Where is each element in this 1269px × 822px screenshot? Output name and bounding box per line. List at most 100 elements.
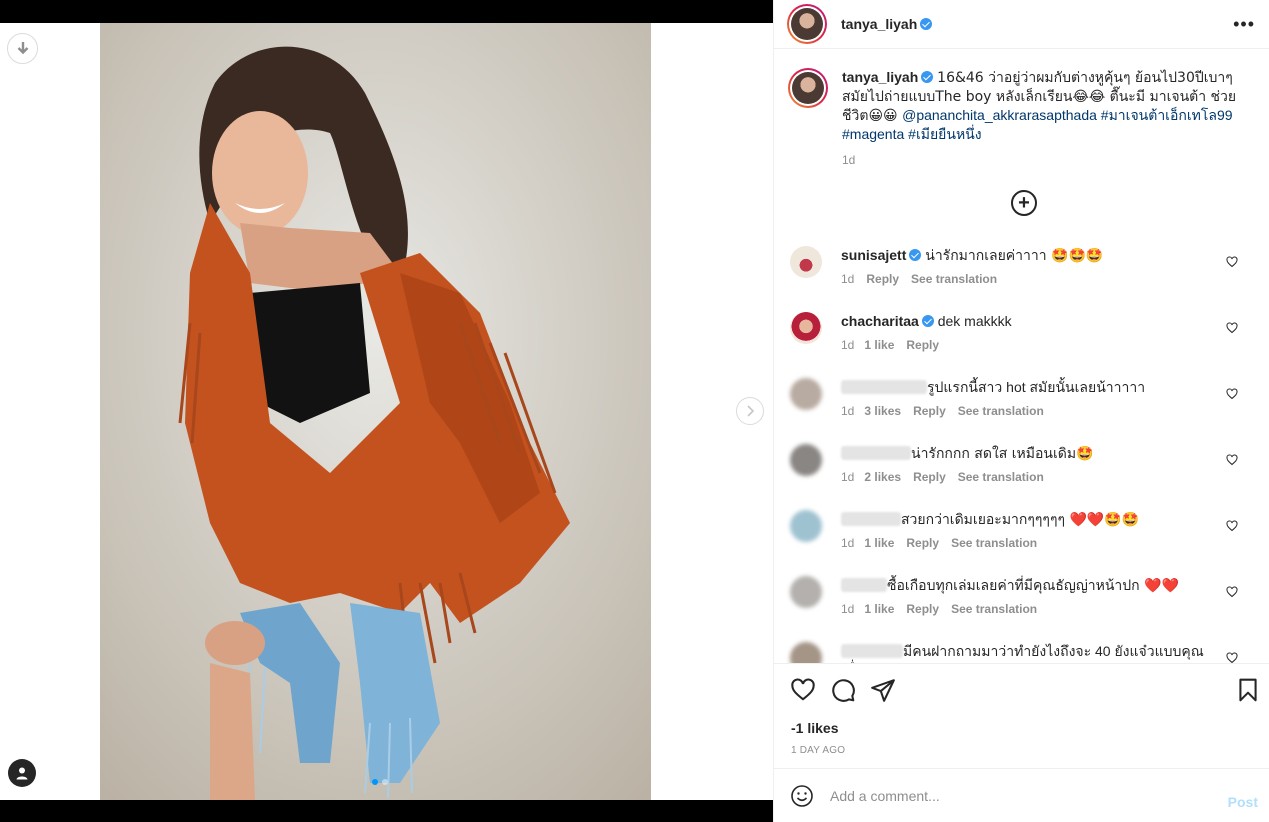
- caption-username[interactable]: tanya_liyah: [842, 69, 918, 85]
- see-translation-button[interactable]: See translation: [911, 272, 997, 286]
- more-options-icon[interactable]: •••: [1233, 14, 1255, 35]
- comment-likes[interactable]: 1 like: [864, 536, 894, 550]
- commenter-username[interactable]: sunisajett: [841, 247, 906, 263]
- comment-item: น่ารักกกก สดใส เหมือนเดิม🤩 1d 2 likes Repl…: [790, 444, 1260, 504]
- caption-author-avatar[interactable]: [788, 68, 828, 108]
- heart-icon[interactable]: [1226, 652, 1238, 663]
- chevron-right-icon: [747, 405, 755, 417]
- download-button[interactable]: [7, 33, 38, 64]
- comment-text: ซื้อเกือบทุกเล่มเลยค่าที่มีคุณธัญญ่าหน้า…: [887, 578, 1179, 594]
- blurred-username: [841, 380, 927, 394]
- verified-badge-icon: [921, 71, 934, 83]
- commenter-username[interactable]: chacharitaa: [841, 313, 919, 329]
- share-icon[interactable]: [870, 677, 896, 703]
- post-comment-button[interactable]: Post: [1228, 794, 1258, 810]
- reply-button[interactable]: Reply: [866, 272, 899, 286]
- commenter-avatar[interactable]: [790, 312, 822, 344]
- commenter-avatar[interactable]: [790, 246, 822, 278]
- reply-button[interactable]: Reply: [906, 602, 939, 616]
- comment-item: ซื้อเกือบทุกเล่มเลยค่าที่มีคุณธัญญ่าหน้า…: [790, 576, 1260, 636]
- caption-timestamp: 1d: [842, 153, 856, 167]
- commenter-avatar[interactable]: [790, 444, 822, 476]
- carousel-dot: [382, 779, 388, 785]
- tagged-users-button[interactable]: [8, 759, 36, 787]
- comment-text: น่ารักมากเลยค่าาาา 🤩🤩🤩: [925, 248, 1104, 264]
- comment-body: chacharitaa dek makkkk: [841, 312, 1221, 330]
- add-comment-bar: Post: [774, 768, 1269, 822]
- comment-text: สวยกว่าเดิมเยอะมากๆๆๆๆๆ ❤️❤️🤩🤩: [901, 512, 1140, 528]
- post-actions: -1 likes 1 DAY AGO: [774, 663, 1269, 768]
- comment-body: ซื้อเกือบทุกเล่มเลยค่าที่มีคุณธัญญ่าหน้า…: [841, 576, 1221, 595]
- carousel-dot-active: [372, 779, 378, 785]
- comment-meta: 1d 3 likes Reply See translation: [841, 404, 1044, 418]
- commenter-avatar[interactable]: [790, 510, 822, 542]
- comment-item: มีคนฝากถามมาว่าทำยังไงถึงจะ 40 ยังแจ๋วแบ…: [790, 642, 1260, 663]
- media-bottom-bar: [0, 800, 773, 822]
- heart-icon[interactable]: [1226, 454, 1238, 466]
- emoji-icon[interactable]: [790, 784, 814, 808]
- comment-text: น่ารักกกก สดใส เหมือนเดิม🤩: [911, 446, 1094, 462]
- comment-likes[interactable]: 1 like: [864, 602, 894, 616]
- comment-likes[interactable]: 2 likes: [864, 470, 901, 484]
- next-image-button[interactable]: [736, 397, 764, 425]
- post-side-panel: tanya_liyah ••• tanya_liyah 16&46 ว่าอยู…: [773, 0, 1269, 822]
- blurred-username: [841, 644, 903, 658]
- header-username-wrap: tanya_liyah: [841, 16, 933, 34]
- heart-icon[interactable]: [1226, 388, 1238, 400]
- photo-illustration: [100, 23, 651, 800]
- reply-button[interactable]: Reply: [906, 536, 939, 550]
- commenter-avatar[interactable]: [790, 576, 822, 608]
- reply-button[interactable]: Reply: [906, 338, 939, 352]
- post-photo[interactable]: [100, 23, 651, 800]
- comment-item: sunisajett น่ารักมากเลยค่าาาา 🤩🤩🤩 1d Repl…: [790, 246, 1260, 306]
- heart-icon[interactable]: [1226, 256, 1238, 268]
- comment-time: 1d: [841, 338, 855, 352]
- comment-text: dek makkkk: [937, 313, 1012, 329]
- load-more-comments-button[interactable]: +: [1011, 190, 1037, 216]
- mention-link[interactable]: @pananchita_akkrarasapthada: [902, 107, 1097, 123]
- author-avatar[interactable]: [787, 4, 827, 44]
- heart-icon[interactable]: [790, 677, 816, 703]
- verified-badge-icon: [909, 249, 922, 261]
- commenter-avatar[interactable]: [790, 378, 822, 410]
- comment-icon[interactable]: [830, 677, 856, 703]
- comment-body: มีคนฝากถามมาว่าทำยังไงถึงจะ 40 ยังแจ๋วแบ…: [841, 642, 1221, 663]
- comment-input[interactable]: [830, 785, 1210, 807]
- heart-icon[interactable]: [1226, 586, 1238, 598]
- reply-button[interactable]: Reply: [913, 404, 946, 418]
- user-tag-icon: [16, 767, 28, 780]
- heart-icon[interactable]: [1226, 520, 1238, 532]
- comment-time: 1d: [841, 404, 855, 418]
- hashtag-link[interactable]: #มาเจนต้าเอ็กเทโล99: [1101, 107, 1233, 123]
- comment-body: สวยกว่าเดิมเยอะมากๆๆๆๆๆ ❤️❤️🤩🤩: [841, 510, 1221, 529]
- caption-text-block: tanya_liyah 16&46 ว่าอยู่ว่าผมกับต่างหูค…: [842, 68, 1248, 169]
- comment-time: 1d: [841, 272, 855, 286]
- comment-likes[interactable]: 1 like: [864, 338, 894, 352]
- hashtag-link[interactable]: #เมียยืนหนึ่ง: [908, 126, 981, 142]
- blurred-username: [841, 578, 887, 592]
- see-translation-button[interactable]: See translation: [958, 470, 1044, 484]
- comment-time: 1d: [841, 470, 855, 484]
- instagram-post-view: tanya_liyah ••• tanya_liyah 16&46 ว่าอยู…: [0, 0, 1269, 822]
- bookmark-icon[interactable]: [1235, 677, 1261, 703]
- comment-body: รูปแรกนี้สาว hot สมัยนั้นเลยน้าาาาา: [841, 378, 1221, 396]
- comment-body: น่ารักกกก สดใส เหมือนเดิม🤩: [841, 444, 1221, 463]
- likes-count[interactable]: -1 likes: [791, 720, 838, 736]
- comment-likes[interactable]: 3 likes: [864, 404, 901, 418]
- author-username[interactable]: tanya_liyah: [841, 16, 917, 32]
- comment-time: 1d: [841, 602, 855, 616]
- see-translation-button[interactable]: See translation: [958, 404, 1044, 418]
- see-translation-button[interactable]: See translation: [951, 602, 1037, 616]
- reply-button[interactable]: Reply: [913, 470, 946, 484]
- blurred-username: [841, 512, 901, 526]
- comment-meta: 1d 1 like Reply See translation: [841, 536, 1037, 550]
- see-translation-button[interactable]: See translation: [951, 536, 1037, 550]
- post-timestamp: 1 DAY AGO: [791, 745, 846, 756]
- comment-body: sunisajett น่ารักมากเลยค่าาาา 🤩🤩🤩: [841, 246, 1221, 265]
- commenter-avatar[interactable]: [790, 642, 822, 663]
- media-pane: [0, 0, 773, 822]
- hashtag-link[interactable]: #magenta: [842, 126, 904, 142]
- comment-text: รูปแรกนี้สาว hot สมัยนั้นเลยน้าาาาา: [927, 379, 1146, 395]
- post-header: tanya_liyah •••: [774, 0, 1269, 49]
- heart-icon[interactable]: [1226, 322, 1238, 334]
